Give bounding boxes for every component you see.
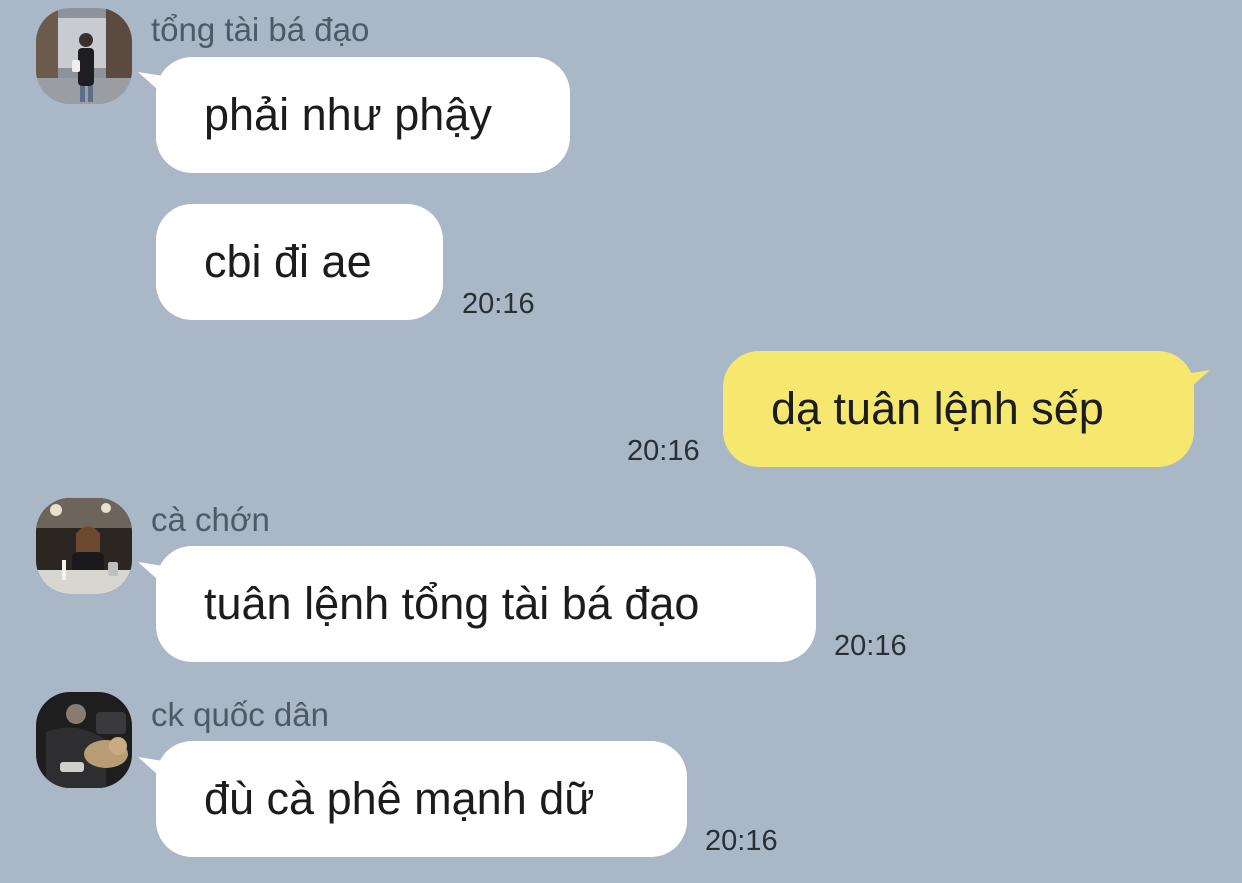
sender-name: ck quốc dân bbox=[151, 696, 329, 733]
message-bubble[interactable]: cbi đi ae bbox=[156, 204, 443, 320]
message-timestamp: 20:16 bbox=[462, 288, 535, 320]
message-timestamp: 20:16 bbox=[705, 825, 778, 857]
avatar-photo-restaurant bbox=[36, 498, 132, 594]
avatar-ck-quoc-dan[interactable] bbox=[36, 692, 132, 788]
avatar-photo-dog bbox=[36, 692, 132, 788]
sender-name: cà chớn bbox=[151, 501, 270, 538]
message-timestamp: 20:16 bbox=[834, 630, 907, 662]
sender-name: tổng tài bá đạo bbox=[151, 11, 370, 48]
message-bubble[interactable]: phải như phậy bbox=[156, 57, 570, 173]
message-bubble[interactable]: tuân lệnh tổng tài bá đạo bbox=[156, 546, 816, 662]
avatar-tong-tai-ba-dao[interactable] bbox=[36, 8, 132, 104]
message-bubble[interactable]: đù cà phê mạnh dữ bbox=[156, 741, 687, 857]
avatar-ca-chon[interactable] bbox=[36, 498, 132, 594]
message-timestamp: 20:16 bbox=[627, 435, 700, 467]
message-bubble-outgoing[interactable]: dạ tuân lệnh sếp bbox=[723, 351, 1194, 467]
avatar-photo-street bbox=[36, 8, 132, 104]
